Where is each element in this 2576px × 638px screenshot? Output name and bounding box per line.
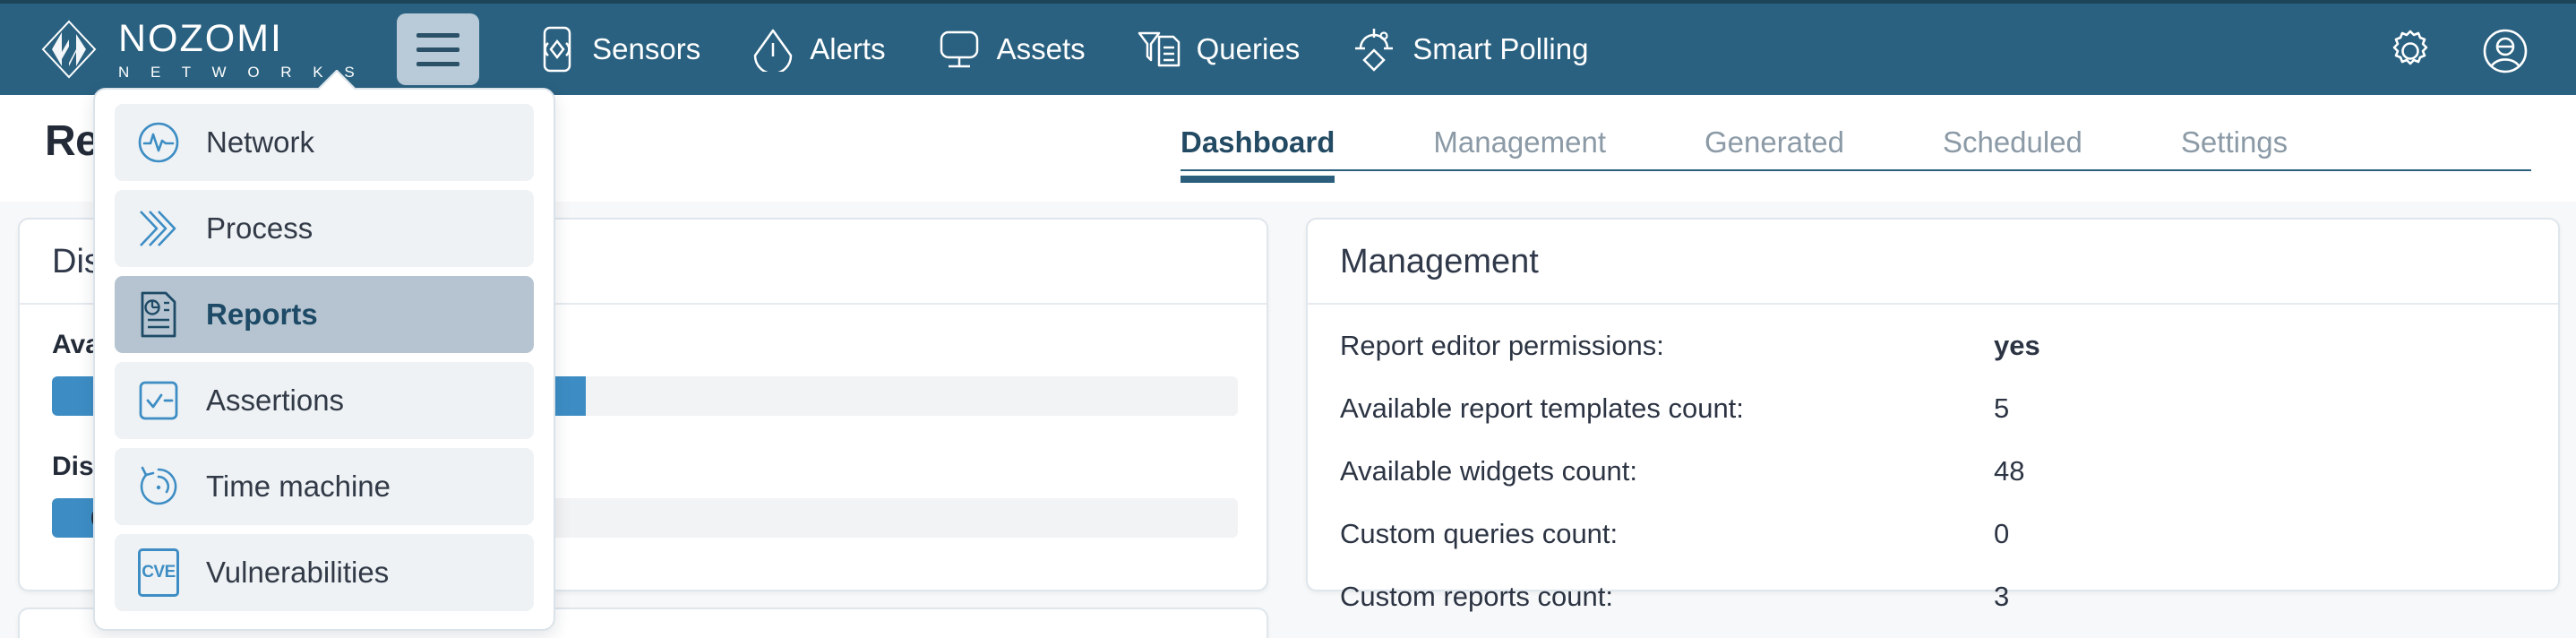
alert-triangle-icon (751, 27, 795, 72)
nav-item-label: Smart Polling (1413, 32, 1589, 65)
management-row: Custom reports count: 3 (1340, 581, 2526, 613)
funnel-list-icon (1136, 26, 1182, 73)
nav-item-sensors[interactable]: Sensors (511, 26, 726, 73)
tab-bar: Dashboard Management Generated Scheduled… (1181, 125, 2288, 183)
main-menu-dropdown: Network Process Reports Assertions Time … (93, 70, 555, 631)
menu-item-assertions[interactable]: Assertions (115, 362, 534, 439)
report-document-icon (134, 290, 183, 339)
menu-item-network[interactable]: Network (115, 104, 534, 181)
tab-dashboard[interactable]: Dashboard (1181, 125, 1335, 183)
user-account-icon[interactable] (2481, 27, 2529, 75)
hamburger-menu-button[interactable] (397, 13, 480, 85)
brand-logo-group: NOZOMI N E T W O R K S (39, 16, 363, 80)
nav-item-label: Assets (996, 32, 1086, 65)
assertion-check-icon (134, 376, 183, 425)
management-card: Management Report editor permissions: ye… (1306, 218, 2560, 612)
management-row: Available widgets count: 48 (1340, 455, 2526, 487)
management-row-key: Available widgets count: (1340, 455, 1638, 487)
management-row-key: Available report templates count: (1340, 392, 1744, 424)
gear-icon[interactable] (2386, 27, 2434, 75)
management-row-value: 48 (1994, 455, 2025, 487)
tab-management[interactable]: Management (1433, 125, 1606, 183)
nav-item-assets[interactable]: Assets (911, 27, 1111, 72)
management-row-value: yes (1994, 330, 2040, 361)
menu-item-label: Vulnerabilities (206, 556, 390, 589)
hamburger-icon-line (416, 61, 460, 66)
management-row-key: Custom reports count: (1340, 581, 1613, 612)
nav-item-label: Alerts (810, 32, 886, 65)
smart-polling-icon (1350, 25, 1398, 73)
menu-item-label: Time machine (206, 470, 391, 503)
nozomi-logo-icon (39, 20, 99, 79)
time-machine-icon (134, 462, 183, 511)
nav-item-smart-polling[interactable]: Smart Polling (1325, 25, 1613, 73)
management-row-key: Custom queries count: (1340, 518, 1619, 549)
nav-item-label: Queries (1196, 32, 1301, 65)
tab-bar-underline (1181, 169, 2531, 171)
menu-item-label: Reports (206, 297, 318, 331)
menu-item-vulnerabilities[interactable]: CVE Vulnerabilities (115, 534, 534, 611)
dropdown-caret (317, 70, 356, 90)
management-row-key: Report editor permissions: (1340, 330, 1664, 361)
management-row-value: 0 (1994, 518, 2010, 549)
cve-icon: CVE (134, 548, 183, 597)
management-row: Custom queries count: 0 (1340, 518, 2526, 550)
menu-item-label: Network (206, 125, 315, 159)
management-row-value: 3 (1994, 581, 2010, 612)
brand-name: NOZOMI (118, 16, 283, 60)
nav-item-alerts[interactable]: Alerts (726, 27, 910, 72)
hamburger-icon-line (416, 32, 460, 38)
management-row: Report editor permissions: yes (1340, 330, 2526, 362)
nav-items: Sensors Alerts Assets Queries Smart Poll… (511, 25, 1613, 73)
hamburger-icon-line (416, 47, 460, 52)
app-screen: NOZOMI N E T W O R K S Sensors Alerts As… (0, 0, 2576, 638)
management-row: Available report templates count: 5 (1340, 392, 2526, 425)
process-chevrons-icon (134, 204, 183, 253)
network-pulse-icon (134, 118, 183, 167)
tab-scheduled[interactable]: Scheduled (1943, 125, 2082, 183)
tab-generated[interactable]: Generated (1704, 125, 1844, 183)
nav-item-label: Sensors (592, 32, 701, 65)
management-card-body: Report editor permissions: yes Available… (1308, 305, 2558, 613)
cve-icon-label: CVE (138, 548, 179, 597)
tab-settings[interactable]: Settings (2181, 125, 2288, 183)
monitor-icon (936, 27, 983, 72)
nav-right-icons (2386, 4, 2529, 99)
sensors-icon (537, 26, 578, 73)
menu-item-label: Assertions (206, 384, 345, 417)
management-card-title: Management (1308, 220, 2558, 305)
nav-item-queries[interactable]: Queries (1111, 26, 1326, 73)
menu-item-label: Process (206, 211, 313, 245)
menu-item-time-machine[interactable]: Time machine (115, 448, 534, 525)
menu-item-reports[interactable]: Reports (115, 276, 534, 353)
top-navigation-bar: NOZOMI N E T W O R K S Sensors Alerts As… (0, 0, 2576, 95)
menu-item-process[interactable]: Process (115, 190, 534, 267)
management-row-value: 5 (1994, 392, 2010, 424)
